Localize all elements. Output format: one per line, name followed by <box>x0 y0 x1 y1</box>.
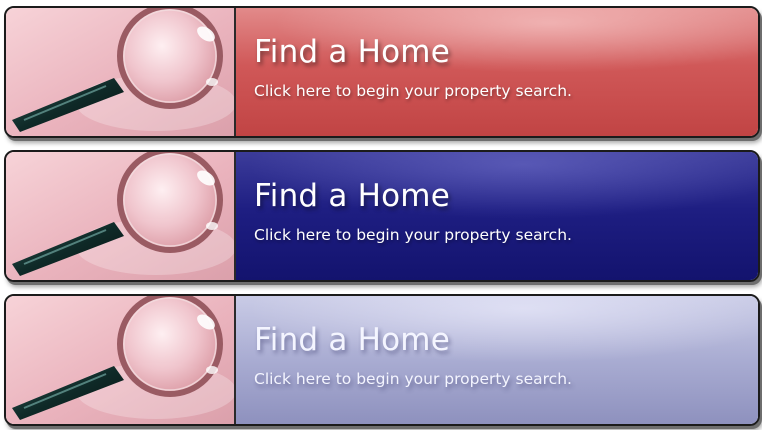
magnifying-glass-icon <box>6 8 236 136</box>
banner-list: Find a Home Click here to begin your pro… <box>0 0 762 430</box>
banner-title: Find a Home <box>254 34 450 70</box>
magnifying-glass-icon <box>6 296 236 424</box>
banner-subtitle: Click here to begin your property search… <box>254 82 572 100</box>
banner-panel: Find a Home Click here to begin your pro… <box>236 296 758 424</box>
find-a-home-banner-normal[interactable]: Find a Home Click here to begin your pro… <box>4 6 760 138</box>
banner-title: Find a Home <box>254 178 450 214</box>
magnifying-glass-icon <box>6 152 236 280</box>
find-a-home-banner-hover[interactable]: Find a Home Click here to begin your pro… <box>4 150 760 282</box>
banner-panel: Find a Home Click here to begin your pro… <box>236 8 758 136</box>
banner-subtitle: Click here to begin your property search… <box>254 226 572 244</box>
find-a-home-banner-pressed[interactable]: Find a Home Click here to begin your pro… <box>4 294 760 426</box>
banner-panel: Find a Home Click here to begin your pro… <box>236 152 758 280</box>
banner-subtitle: Click here to begin your property search… <box>254 370 572 388</box>
banner-title: Find a Home <box>254 322 450 358</box>
